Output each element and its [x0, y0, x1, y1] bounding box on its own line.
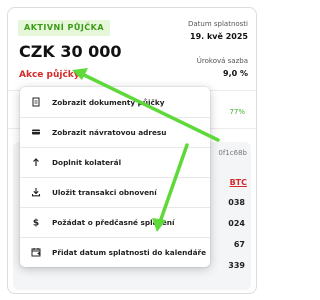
menu-item-top-up-collateral[interactable]: Doplnit kolaterál — [20, 147, 210, 177]
wallet-icon — [30, 126, 42, 138]
value-row: 038 — [228, 198, 245, 207]
menu-item-view-return-address[interactable]: Zobrazit návratovou adresu — [20, 117, 210, 147]
loan-actions-menu: Zobrazit dokumenty půjčky Zobrazit návra… — [20, 87, 210, 267]
transaction-hash[interactable]: 0f1c68b — [218, 149, 247, 157]
menu-item-label: Zobrazit návratovou adresu — [52, 127, 167, 137]
interest-rate-value: 9,0 % — [223, 69, 248, 78]
menu-item-add-to-calendar[interactable]: Přidat datum splatnosti do kalendáře — [20, 237, 210, 267]
svg-text:$: $ — [33, 219, 39, 228]
interest-rate-label: Úroková sazba — [196, 57, 248, 65]
status-badge: AKTIVNÍ PŮJČKA — [18, 20, 111, 36]
menu-item-label: Zobrazit dokumenty půjčky — [52, 97, 165, 107]
menu-item-label: Přidat datum splatnosti do kalendáře — [52, 247, 207, 257]
download-icon — [30, 186, 42, 198]
menu-item-label: Uložit transakci obnovení — [52, 187, 157, 197]
value-row: 67 — [233, 240, 245, 249]
value-row: 024 — [228, 219, 245, 228]
arrow-up-icon — [30, 156, 42, 168]
document-icon — [30, 96, 42, 108]
loan-actions-link[interactable]: Akce půjčky — [19, 70, 80, 80]
menu-item-view-documents[interactable]: Zobrazit dokumenty půjčky — [20, 87, 210, 117]
due-date-value: 19. kvě 2025 — [190, 32, 248, 41]
value-row: 339 — [228, 261, 245, 270]
menu-item-request-early-repayment[interactable]: $ Požádat o předčasné splacení — [20, 207, 210, 237]
menu-item-save-recovery-tx[interactable]: Uložit transakci obnovení — [20, 177, 210, 207]
calendar-add-icon — [30, 246, 42, 258]
ltv-percentage: 77% — [229, 108, 245, 116]
loan-amount: CZK 30 000 — [19, 42, 122, 61]
menu-item-label: Požádat o předčasné splacení — [52, 217, 175, 227]
menu-item-label: Doplnit kolaterál — [52, 157, 122, 167]
due-date-label: Datum splatnosti — [187, 20, 248, 28]
btc-link[interactable]: BTC — [230, 178, 247, 187]
dollar-icon: $ — [30, 216, 42, 228]
